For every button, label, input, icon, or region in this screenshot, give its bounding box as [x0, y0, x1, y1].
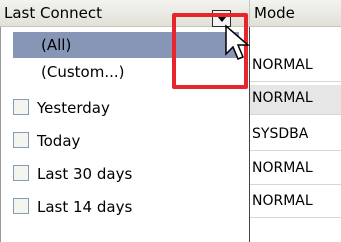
mode-cell: SYSDBA [250, 121, 341, 151]
dropdown-item-yesterday[interactable]: Yesterday [13, 95, 239, 121]
checkbox[interactable] [13, 165, 29, 181]
dropdown-item-last-30-days[interactable]: Last 30 days [13, 161, 239, 187]
mode-cell-text: NORMAL [252, 160, 313, 176]
dropdown-item-last-14-days[interactable]: Last 14 days [13, 194, 239, 220]
checkbox[interactable] [13, 198, 29, 214]
mode-cell-text: NORMAL [252, 57, 313, 73]
dropdown-item-label: Last 14 days [37, 198, 133, 216]
checkbox[interactable] [13, 99, 29, 115]
mouse-pointer-icon [225, 24, 251, 60]
mode-header-label: Mode [254, 4, 295, 22]
checkbox[interactable] [13, 132, 29, 148]
last-connect-header-label: Last Connect [4, 4, 103, 22]
mode-cell: NORMAL [250, 155, 341, 185]
dropdown-item-label: Yesterday [37, 99, 110, 117]
mode-cell-text: NORMAL [252, 193, 313, 209]
mode-cell: NORMAL [250, 52, 341, 82]
mode-cell: NORMAL [250, 188, 341, 218]
mode-cell-text: NORMAL [252, 90, 313, 106]
mode-column-header[interactable]: Mode [250, 0, 341, 27]
dropdown-item-label: (All) [41, 36, 72, 54]
dropdown-item-label: Today [37, 132, 81, 150]
dropdown-item-today[interactable]: Today [13, 128, 239, 154]
dropdown-item-label: Last 30 days [37, 165, 133, 183]
mode-cell: NORMAL [250, 85, 341, 115]
mode-cell-text: SYSDBA [252, 126, 309, 142]
dropdown-item-label: (Custom...) [41, 63, 125, 81]
